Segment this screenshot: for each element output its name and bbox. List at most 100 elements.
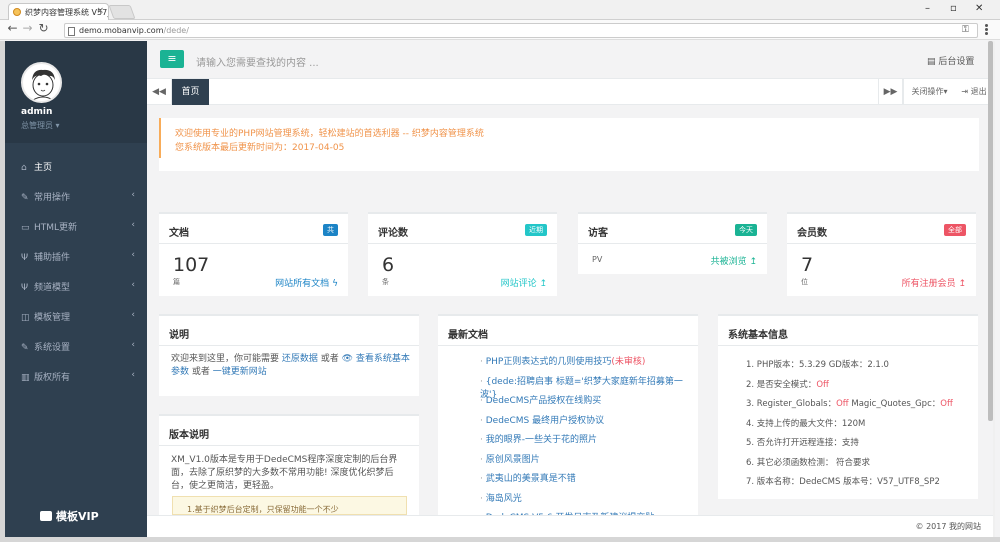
settings-button[interactable]: ▤ 后台设置 <box>927 54 974 67</box>
wrench-icon: ✎ <box>21 193 29 203</box>
panel-title: 版本说明 <box>169 430 209 441</box>
maximize-icon[interactable]: ▫ <box>950 3 957 14</box>
level-up-icon: ↥ <box>539 279 547 289</box>
tab-home[interactable]: 首页 <box>172 79 209 105</box>
browser-tab-bar <box>0 0 1000 20</box>
monitor-icon: ▭ <box>21 223 30 233</box>
welcome-panel: 欢迎使用专业的PHP网站管理系统，轻松建站的首选利器 -- 织梦内容管理系统 您… <box>159 118 979 171</box>
scroll-track <box>993 41 995 537</box>
cutlery-icon: Ψ <box>21 253 29 263</box>
sidebar-item-templates[interactable]: ◫ 模板管理 ‹ <box>5 301 147 331</box>
list-item[interactable]: 武夷山的美景真是不错 <box>480 471 698 491</box>
list-item[interactable]: DedeCMS 最终用户授权协议 <box>480 413 698 433</box>
edit-icon: ✎ <box>21 343 29 353</box>
chevron-left-icon: ‹ <box>131 220 135 230</box>
sidebar-item-label: 系统设置 <box>34 343 71 353</box>
panel-title: 说明 <box>169 330 189 341</box>
settings-icon: ▤ <box>927 57 936 67</box>
menu-toggle-button[interactable]: ≡ <box>160 50 184 68</box>
welcome-line-1: 欢迎使用专业的PHP网站管理系统，轻松建站的首选利器 -- 织梦内容管理系统 <box>175 129 484 139</box>
content-tab-strip <box>147 79 993 105</box>
sidebar-item-plugins[interactable]: Ψ 辅助插件 ‹ <box>5 241 147 271</box>
logout-icon: ⇥ <box>961 87 969 96</box>
card-link[interactable]: 网站所有文档 ϟ <box>275 276 338 289</box>
card-value: 6 <box>382 254 395 276</box>
url-path: /dede/ <box>163 26 189 35</box>
minimize-icon[interactable]: – <box>925 3 930 14</box>
address-bar[interactable]: demo.mobanvip.com/dede/ <box>64 23 978 38</box>
reload-icon[interactable]: ↻ <box>37 21 50 35</box>
card-badge: 共 <box>323 224 338 236</box>
welcome-line-2: 您系统版本最后更新时间为：2017-04-05 <box>175 143 345 153</box>
caret-down-icon: ▾ <box>943 87 948 96</box>
list-item[interactable]: {dede:招聘启事 标题='织梦大家庭新年招募第一波'} <box>480 374 698 400</box>
card-unit: 条 <box>382 278 389 286</box>
bolt-icon: ϟ <box>332 279 338 289</box>
sidebar-item-common-ops[interactable]: ✎ 常用操作 ‹ <box>5 181 147 211</box>
list-item[interactable]: DedeCMS产品授权在线购买 <box>480 393 698 413</box>
list-item[interactable]: PHP正则表达式的几则使用技巧(未审核) <box>480 354 698 374</box>
card-link[interactable]: 所有注册会员 ↥ <box>902 276 966 289</box>
columns-icon: ◫ <box>21 313 30 323</box>
sidebar-logo: 模板VIP <box>40 508 99 524</box>
logout-label: 退出 <box>970 87 987 96</box>
user-role-dropdown[interactable]: 总管理员 ▾ <box>21 120 60 131</box>
sidebar-item-html-update[interactable]: ▭ HTML更新 ‹ <box>5 211 147 241</box>
username: admin <box>21 107 53 117</box>
level-up-icon: ↥ <box>958 279 966 289</box>
card-pv-label: PV <box>592 255 603 264</box>
forward-icon[interactable]: → <box>21 21 34 35</box>
card-title: 文档 <box>169 228 189 239</box>
home-icon: ⌂ <box>21 163 27 173</box>
list-item[interactable]: 我的眼界-一些关于花的照片 <box>480 432 698 452</box>
eye-icon: 👁 <box>341 354 356 364</box>
sidebar-item-label: 频道模型 <box>34 283 71 293</box>
card-value: 7 <box>801 254 814 276</box>
scrollbar[interactable] <box>988 41 993 421</box>
browser-menu-icon[interactable] <box>985 24 989 36</box>
avatar[interactable] <box>21 62 62 103</box>
card-badge: 近期 <box>525 224 547 236</box>
card-badge: 全部 <box>944 224 966 236</box>
back-icon[interactable]: ← <box>6 21 19 35</box>
scroll-tabs-right-button[interactable]: ▶▶ <box>878 79 903 105</box>
version-text: XM_V1.0版本是专用于DedeCMS程序深度定制的后台界面，去除了原织梦的大… <box>171 455 398 491</box>
scroll-tabs-left-button[interactable]: ◀◀ <box>147 79 172 105</box>
close-operations-dropdown[interactable]: 关闭操作▾ <box>903 79 955 105</box>
card-link[interactable]: 网站评论 ↥ <box>501 276 547 289</box>
chart-icon: ▥ <box>21 373 30 383</box>
close-tab-icon[interactable]: × <box>96 6 104 16</box>
chevron-left-icon: ‹ <box>131 340 135 350</box>
list-item[interactable]: 海岛风光 <box>480 491 698 511</box>
latest-docs-panel: 最新文档 PHP正则表达式的几则使用技巧(未审核) {dede:招聘启事 标题=… <box>438 314 698 523</box>
update-site-link[interactable]: 一键更新网站 <box>213 367 267 377</box>
browser-tab[interactable]: 织梦内容管理系统 V57_ × <box>8 3 109 20</box>
sidebar-item-copyright[interactable]: ▥ 版权所有 ‹ <box>5 361 147 391</box>
search-input[interactable]: 请输入您需要查找的内容 ... <box>196 54 319 69</box>
footer: © 2017 我的网站 <box>147 515 993 537</box>
card-link[interactable]: 共被浏览 ↥ <box>711 254 757 267</box>
restore-data-link[interactable]: 还原数据 <box>282 354 318 364</box>
system-info-panel: 系统基本信息 1. PHP版本：5.3.29 GD版本：2.1.0 2. 是否安… <box>718 314 978 499</box>
stat-card-documents: 文档 共 107 篇 网站所有文档 ϟ <box>159 212 348 296</box>
new-tab-button[interactable] <box>108 5 136 19</box>
close-window-icon[interactable]: ✕ <box>975 3 983 14</box>
panel-title: 系统基本信息 <box>728 330 788 341</box>
sidebar-item-home[interactable]: ⌂ 主页 <box>5 151 147 181</box>
key-icon[interactable]: ⚿ <box>962 25 969 35</box>
url-host: demo.mobanvip.com <box>79 26 164 35</box>
favicon-icon <box>13 8 21 16</box>
close-ops-label: 关闭操作 <box>911 87 944 96</box>
stat-card-comments: 评论数 近期 6 条 网站评论 ↥ <box>368 212 557 296</box>
user-role: 总管理员 <box>21 121 53 130</box>
settings-label: 后台设置 <box>938 57 975 67</box>
sidebar-item-label: 版权所有 <box>34 373 71 383</box>
card-title: 访客 <box>588 228 608 239</box>
window-frame-bottom <box>0 537 1000 542</box>
sidebar-item-channel-model[interactable]: Ψ 频道模型 ‹ <box>5 271 147 301</box>
sidebar-item-system-settings[interactable]: ✎ 系统设置 ‹ <box>5 331 147 361</box>
panel-title: 最新文档 <box>448 330 488 341</box>
caret-down-icon: ▾ <box>55 121 60 130</box>
list-item[interactable]: 原创风景图片 <box>480 452 698 472</box>
welcome-accent-bar <box>159 118 161 158</box>
